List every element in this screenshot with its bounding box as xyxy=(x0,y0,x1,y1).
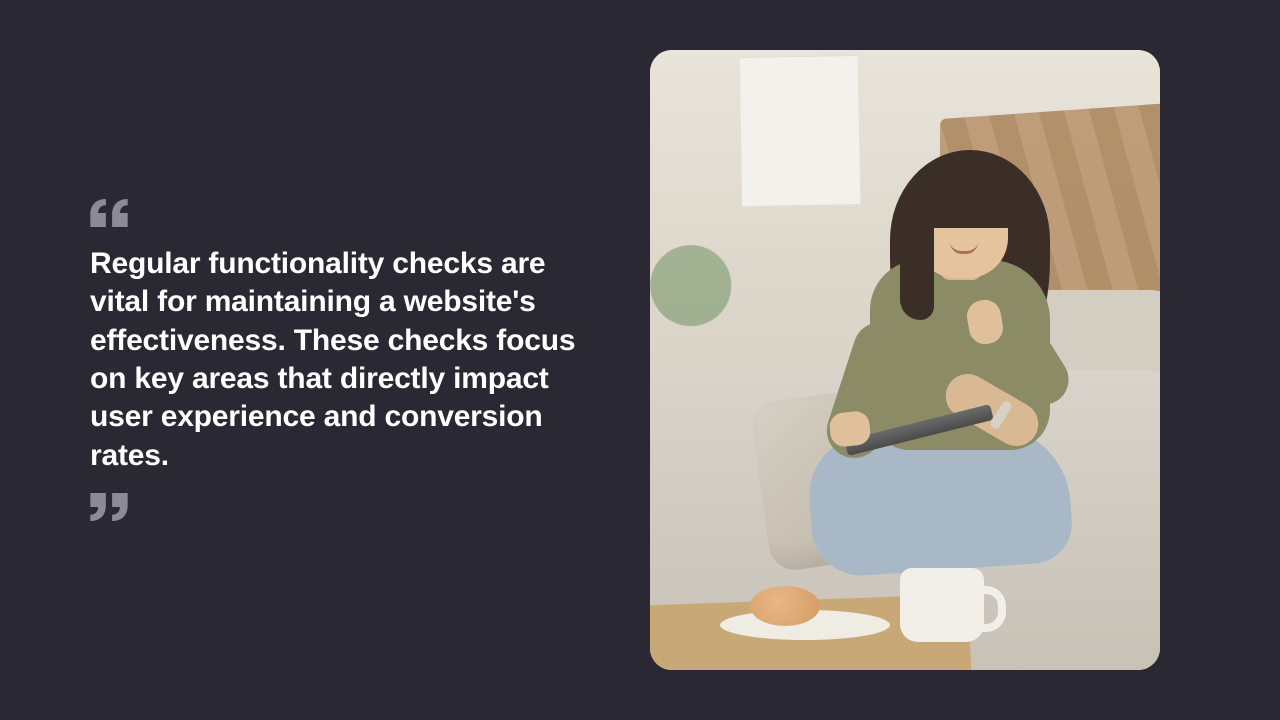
quote-open-icon xyxy=(90,199,610,227)
quote-text: Regular functionality checks are vital f… xyxy=(90,245,610,475)
photo-scene xyxy=(650,50,1160,670)
hero-image xyxy=(650,50,1160,670)
quote-close-icon xyxy=(90,493,610,521)
quote-block: Regular functionality checks are vital f… xyxy=(90,199,650,521)
quote-slide: Regular functionality checks are vital f… xyxy=(0,0,1280,720)
